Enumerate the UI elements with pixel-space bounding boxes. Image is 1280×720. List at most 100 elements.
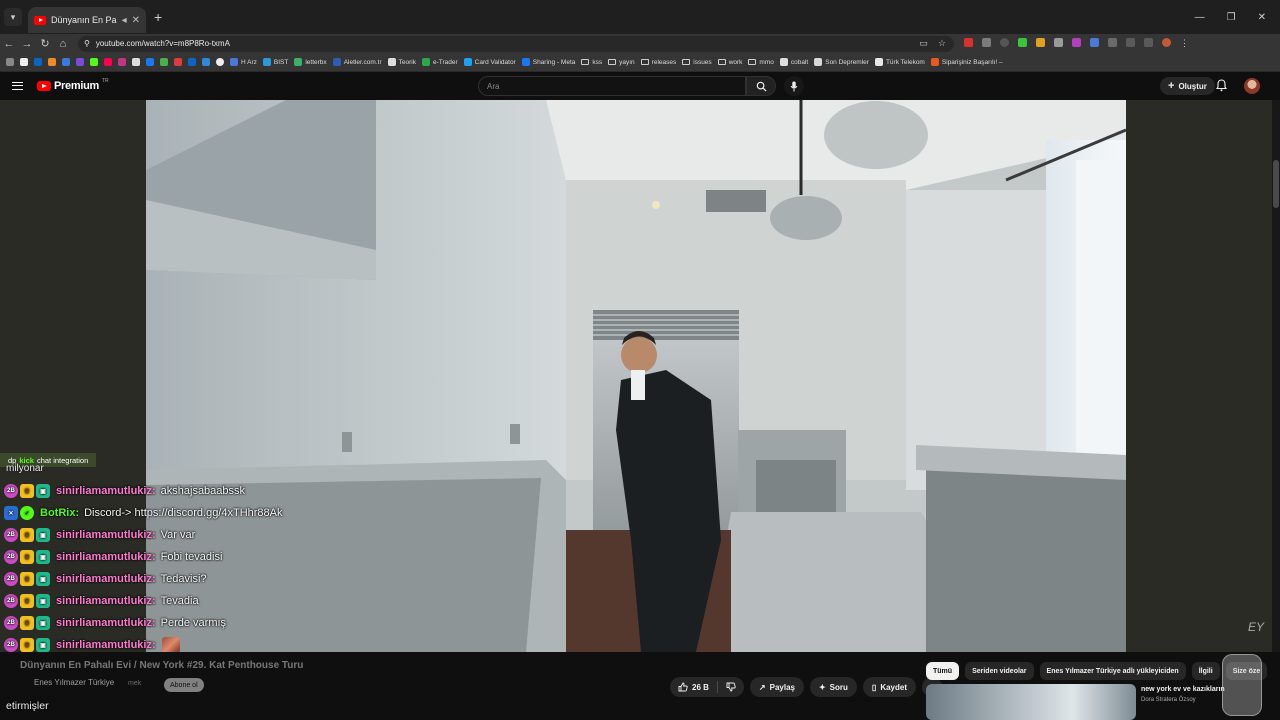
subscriber-badge-icon: 2B <box>4 616 18 630</box>
recommended-video-thumbnail[interactable] <box>926 684 1136 720</box>
bookmark-item[interactable]: e-Trader <box>421 58 458 66</box>
home-icon[interactable]: ⌂ <box>54 38 72 50</box>
extension-green-icon[interactable] <box>1018 38 1027 47</box>
bookmark-item[interactable]: Card Validator <box>463 58 516 66</box>
subscribe-button[interactable]: Abone ol <box>164 678 204 692</box>
like-button[interactable]: 26 B <box>670 682 717 692</box>
minimize-icon[interactable]: — <box>1195 12 1205 23</box>
extension-glasses-icon[interactable] <box>1054 38 1063 47</box>
search-button[interactable] <box>746 76 776 96</box>
extension-pen-icon[interactable] <box>1036 38 1045 47</box>
search-input[interactable]: Ara <box>478 76 746 96</box>
extension-purple-icon[interactable] <box>1072 38 1081 47</box>
bookmark-item[interactable]: mmo <box>748 59 774 66</box>
x-icon[interactable] <box>132 58 140 66</box>
downloads-icon[interactable] <box>1144 38 1153 47</box>
bookmark-item[interactable]: Sharing - Meta <box>521 58 575 66</box>
recommended-video-channel[interactable]: Dora Stratera Özsoy <box>1141 697 1196 703</box>
filter-chip[interactable]: Seriden videolar <box>965 662 1034 680</box>
subscriber-badge-icon: 2B <box>4 594 18 608</box>
extensions-puzzle-icon[interactable] <box>1108 38 1117 47</box>
filter-chip[interactable]: Enes Yılmazer Türkiye adlı yükleyiciden <box>1039 662 1186 680</box>
filter-chip[interactable]: İlgili <box>1191 662 1220 680</box>
thumbs-down-icon <box>726 682 736 692</box>
filter-chip[interactable]: Tümü <box>926 662 960 680</box>
extension-red-icon[interactable] <box>964 38 973 47</box>
channel-name[interactable]: Enes Yılmazer Türkiye <box>34 678 114 687</box>
bookmark-item[interactable]: issues <box>682 59 712 66</box>
tab-active[interactable]: Dünyanın En Pahalı Evi / N ◂ ✕ <box>28 7 146 33</box>
bookmark-item[interactable]: Son Depremler <box>814 58 869 66</box>
notifications-bell-icon[interactable] <box>1216 79 1227 92</box>
instagram-icon[interactable] <box>118 58 126 66</box>
bookmark-item[interactable]: Aletler.com.tr <box>332 58 382 66</box>
linkedin-2-icon[interactable] <box>188 58 196 66</box>
create-button[interactable]: + Oluştur <box>1160 77 1215 95</box>
reload-icon[interactable]: ↻ <box>36 37 54 50</box>
membership-pill[interactable]: mek <box>128 680 141 687</box>
channel-watermark[interactable]: EY <box>1248 620 1264 634</box>
voice-search-button[interactable] <box>784 76 804 96</box>
restore-icon[interactable]: ❐ <box>1227 12 1236 23</box>
youtube-favicon-icon <box>34 15 46 25</box>
crown-badge-icon: ♛ <box>20 572 34 586</box>
share-icon: ↗ <box>758 682 766 692</box>
cast-icon[interactable]: ▭ <box>919 38 928 49</box>
bookmark-item[interactable]: work <box>717 59 742 66</box>
bookmark-item[interactable]: Teorik <box>387 58 416 66</box>
tab-search-button[interactable]: ▾ <box>4 8 22 26</box>
apps-icon[interactable] <box>6 58 14 66</box>
bookmark-cyan-icon[interactable] <box>202 58 210 66</box>
close-tab-icon[interactable]: ✕ <box>132 15 140 26</box>
bookmark-item[interactable]: letterbx <box>294 58 327 66</box>
bookmark-orange-icon[interactable] <box>48 58 56 66</box>
address-bar[interactable]: ⚲ youtube.com/watch?v=m8P8Ro-txmA ▭ ☆ <box>78 35 954 52</box>
bookmark-item[interactable]: kss <box>581 59 602 66</box>
bookmark-item[interactable]: Türk Telekom <box>874 58 925 66</box>
bookmark-blue-icon[interactable] <box>62 58 70 66</box>
crown-badge-icon: ♛ <box>20 484 34 498</box>
chat-message: 2B ♛ ▣ sinirliamamutlukiz: Tedavisi? <box>4 568 364 590</box>
linkedin-icon[interactable] <box>34 58 42 66</box>
youtube-logo[interactable]: Premium TR <box>37 78 109 92</box>
facebook-icon[interactable] <box>146 58 154 66</box>
chat-text: Tevadia <box>160 595 199 607</box>
browser-menu-icon[interactable]: ⋮ <box>1180 38 1189 49</box>
save-button[interactable]: ▯ Kaydet <box>862 677 916 697</box>
bookmark-item[interactable]: yayın <box>608 59 635 66</box>
github-icon[interactable] <box>20 58 28 66</box>
kick-icon[interactable] <box>90 58 98 66</box>
chat-message: 2B ♛ ▣ sinirliamamutlukiz: Perde varmış <box>4 612 364 634</box>
bookmark-red-icon[interactable] <box>174 58 182 66</box>
speaker-icon[interactable]: ◂ <box>122 15 127 26</box>
recommended-video-title[interactable]: new york ev ve kazıkların <box>1141 686 1225 693</box>
bookmark-pink-icon[interactable] <box>104 58 112 66</box>
bookmark-item[interactable]: BIST <box>262 58 288 66</box>
bookmark-purple-icon[interactable] <box>76 58 84 66</box>
scrollbar-thumb[interactable] <box>1273 160 1279 208</box>
bookmark-green-icon[interactable] <box>160 58 168 66</box>
bookmark-item[interactable]: H Arz <box>230 58 257 66</box>
new-tab-button[interactable]: + <box>154 9 162 25</box>
bookmark-circle-icon[interactable] <box>216 58 224 66</box>
profile-icon[interactable] <box>1162 38 1171 47</box>
bookmark-item[interactable]: Siparişiniz Başarılı! – <box>930 58 1003 66</box>
back-icon[interactable]: ← <box>0 38 18 50</box>
extension-blue-icon[interactable] <box>1090 38 1099 47</box>
share-label: Paylaş <box>769 682 795 692</box>
close-window-icon[interactable]: ✕ <box>1258 12 1266 23</box>
extension-gray-icon[interactable] <box>982 38 991 47</box>
account-avatar[interactable] <box>1244 78 1260 94</box>
side-panel-icon[interactable] <box>1126 38 1135 47</box>
menu-icon[interactable] <box>12 82 23 90</box>
bookmark-item[interactable]: cobalt <box>779 58 808 66</box>
dislike-button[interactable] <box>718 682 744 692</box>
extension-circle-icon[interactable] <box>1000 38 1009 47</box>
ask-button[interactable]: ✦ Soru <box>809 677 857 697</box>
page-scrollbar[interactable] <box>1272 100 1280 720</box>
bookmark-star-icon[interactable]: ☆ <box>938 38 946 49</box>
share-button[interactable]: ↗ Paylaş <box>749 677 804 697</box>
site-info-icon[interactable]: ⚲ <box>84 39 90 48</box>
forward-icon[interactable]: → <box>18 38 36 50</box>
bookmark-item[interactable]: releases <box>640 59 676 66</box>
